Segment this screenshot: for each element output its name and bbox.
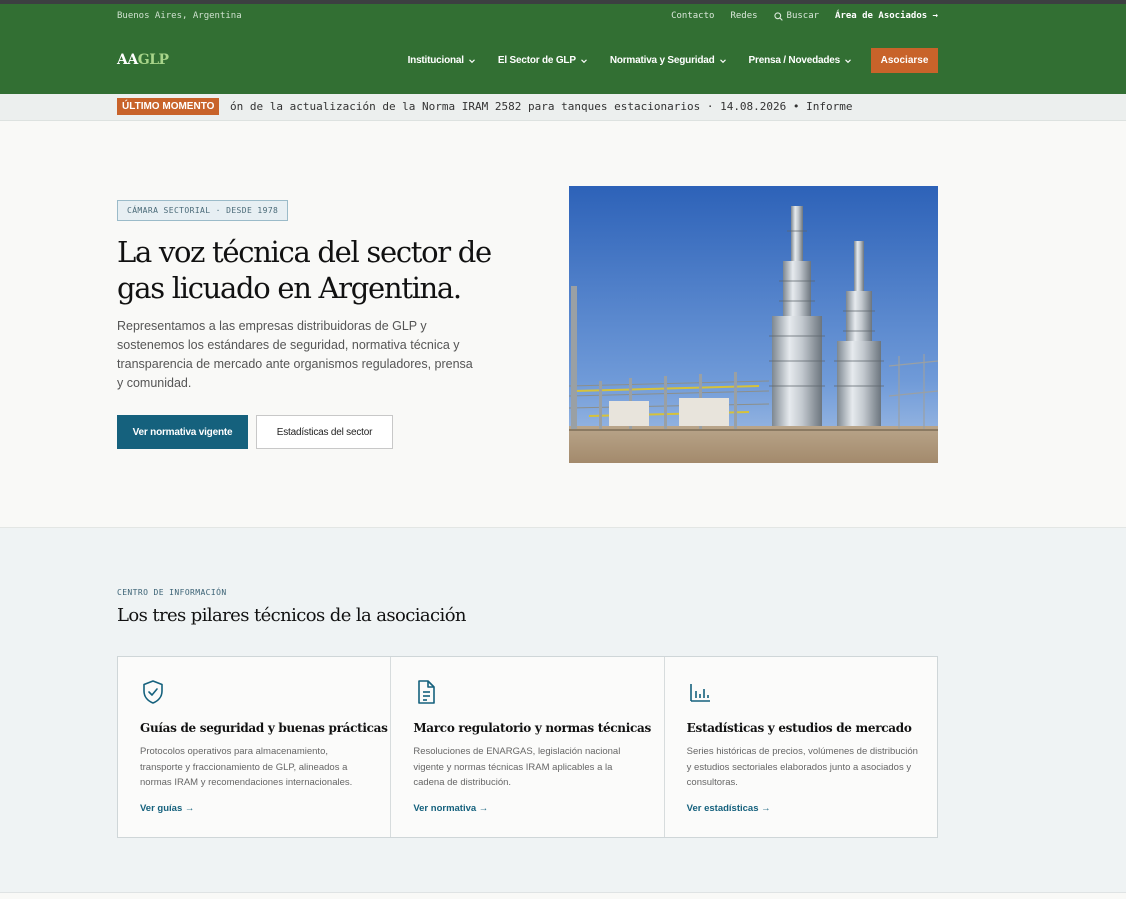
view-regulations-button[interactable]: Ver normativa vigente (117, 415, 248, 449)
pillar-text: Protocolos operativos para almacenamient… (140, 746, 353, 788)
sector-statistics-button[interactable]: Estadísticas del sector (256, 415, 393, 449)
hero-eyebrow: CÁMARA SECTORIAL · DESDE 1978 (117, 200, 289, 221)
pillar-card-regulation: Marco regulatorio y normas técnicas Reso… (391, 657, 665, 837)
breaking-badge: ÚLTIMO MOMENTO (117, 98, 220, 115)
pillar-title: Marco regulatorio y normas técnicas (413, 721, 651, 735)
view-statistics-link[interactable]: Ver estadísticas → (687, 803, 771, 814)
utility-links: Contacto Redes Buscar Área de Asociados … (671, 11, 938, 21)
members-area-link[interactable]: Área de Asociados → (835, 11, 938, 21)
nav-item-institucional[interactable]: Institucional (408, 55, 476, 66)
join-button[interactable]: Asociarse (871, 48, 938, 73)
location-label: Buenos Aires, Argentina (117, 11, 242, 21)
site-logo[interactable]: AAGLP (117, 52, 169, 68)
hero-section: CÁMARA SECTORIAL · DESDE 1978 La voz téc… (0, 121, 1126, 528)
search-link[interactable]: Buscar (773, 11, 820, 21)
view-regulations-link[interactable]: Ver normativa → (413, 803, 488, 814)
hero-image-refinery (569, 186, 938, 463)
site-header: Buenos Aires, Argentina Contacto Redes B… (0, 4, 1126, 94)
utility-bar: Buenos Aires, Argentina Contacto Redes B… (117, 4, 938, 28)
section-kicker: CENTRO DE INFORMACIÓN (117, 588, 227, 597)
hero-title: La voz técnica del sector de gas licuado… (117, 235, 492, 305)
shield-check-icon (143, 680, 163, 704)
main-nav: AAGLP Institucional El Sector de GLP Nor… (117, 48, 938, 74)
search-label: Buscar (786, 11, 820, 21)
pillar-text: Resoluciones de ENARGAS, legislación nac… (413, 746, 621, 788)
pillar-text: Series históricas de precios, volúmenes … (686, 746, 918, 788)
nav-item-normativa[interactable]: Normativa y Seguridad (610, 55, 727, 66)
chevron-down-icon (580, 58, 587, 63)
view-guides-link[interactable]: Ver guías → (140, 803, 194, 814)
bar-chart-icon (689, 684, 710, 702)
nav-menu: Institucional El Sector de GLP Normativa… (408, 55, 852, 66)
section-title: Los tres pilares técnicos de la asociaci… (117, 605, 467, 626)
chevron-down-icon (468, 58, 475, 63)
pillar-card-safety: Guías de seguridad y buenas prácticas Pr… (118, 657, 392, 837)
pillars-section: CENTRO DE INFORMACIÓN Los tres pilares t… (0, 528, 1126, 893)
chevron-down-icon (719, 58, 726, 63)
nav-item-sector-glp[interactable]: El Sector de GLP (498, 55, 588, 66)
news-ticker: ÚLTIMO MOMENTO ón de la actualización de… (0, 94, 1126, 121)
pillar-title: Guías de seguridad y buenas prácticas (140, 721, 388, 735)
pillar-title: Estadísticas y estudios de mercado (686, 721, 912, 735)
document-icon (418, 680, 436, 704)
social-link[interactable]: Redes (730, 11, 757, 21)
contact-link[interactable]: Contacto (671, 11, 714, 21)
chevron-down-icon (845, 58, 851, 63)
hero-lead: Representamos a las empresas distribuido… (117, 319, 473, 390)
pillar-cards: Guías de seguridad y buenas prácticas Pr… (117, 656, 938, 838)
pillar-card-statistics: Estadísticas y estudios de mercado Serie… (665, 657, 937, 837)
nav-item-prensa[interactable]: Prensa / Novedades (749, 55, 852, 66)
search-icon (773, 11, 783, 21)
ticker-text[interactable]: ón de la actualización de la Norma IRAM … (230, 100, 938, 113)
